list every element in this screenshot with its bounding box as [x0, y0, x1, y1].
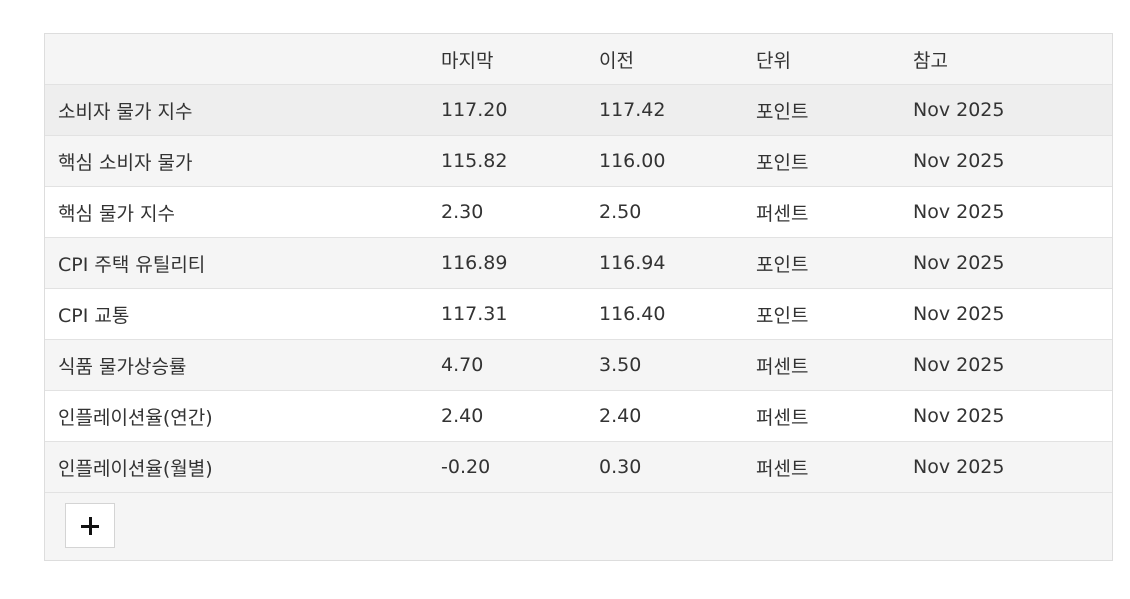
unit-value: 퍼센트 — [743, 441, 900, 493]
reference-value: Nov 2025 — [900, 441, 1112, 493]
reference-value: Nov 2025 — [900, 186, 1112, 238]
indicator-name[interactable]: 인플레이션율(연간) — [45, 390, 428, 442]
indicator-name[interactable]: 인플레이션율(월별) — [45, 441, 428, 493]
unit-value: 퍼센트 — [743, 186, 900, 238]
header-last[interactable]: 마지막 — [428, 34, 586, 85]
header-name — [45, 34, 428, 85]
indicator-name[interactable]: 핵심 소비자 물가 — [45, 135, 428, 187]
previous-value: 116.94 — [586, 237, 743, 289]
indicator-name[interactable]: 핵심 물가 지수 — [45, 186, 428, 238]
header-unit[interactable]: 단위 — [743, 34, 900, 85]
unit-value: 퍼센트 — [743, 339, 900, 391]
add-indicator-button[interactable] — [65, 503, 115, 548]
reference-value: Nov 2025 — [900, 237, 1112, 289]
reference-value: Nov 2025 — [900, 288, 1112, 340]
indicators-panel: 마지막 이전 단위 참고 소비자 물가 지수 117.20 117.42 포인트… — [44, 33, 1113, 561]
last-value: 117.20 — [428, 84, 586, 136]
table-header-row: 마지막 이전 단위 참고 — [45, 34, 1112, 85]
reference-value: Nov 2025 — [900, 339, 1112, 391]
reference-value: Nov 2025 — [900, 135, 1112, 187]
unit-value: 포인트 — [743, 288, 900, 340]
previous-value: 2.50 — [586, 186, 743, 238]
previous-value: 3.50 — [586, 339, 743, 391]
last-value: 115.82 — [428, 135, 586, 187]
indicator-name[interactable]: CPI 주택 유틸리티 — [45, 237, 428, 289]
table-row[interactable]: 인플레이션율(월별) -0.20 0.30 퍼센트 Nov 2025 — [45, 441, 1112, 493]
previous-value: 0.30 — [586, 441, 743, 493]
last-value: 4.70 — [428, 339, 586, 391]
previous-value: 117.42 — [586, 84, 743, 136]
unit-value: 퍼센트 — [743, 390, 900, 442]
previous-value: 116.40 — [586, 288, 743, 340]
table-row[interactable]: 인플레이션율(연간) 2.40 2.40 퍼센트 Nov 2025 — [45, 390, 1112, 442]
table-row[interactable]: 핵심 소비자 물가 115.82 116.00 포인트 Nov 2025 — [45, 135, 1112, 187]
reference-value: Nov 2025 — [900, 84, 1112, 136]
previous-value: 2.40 — [586, 390, 743, 442]
table-row[interactable]: CPI 교통 117.31 116.40 포인트 Nov 2025 — [45, 288, 1112, 340]
indicator-name[interactable]: 소비자 물가 지수 — [45, 84, 428, 136]
last-value: 117.31 — [428, 288, 586, 340]
last-value: 2.40 — [428, 390, 586, 442]
last-value: 2.30 — [428, 186, 586, 238]
unit-value: 포인트 — [743, 135, 900, 187]
table-row[interactable]: CPI 주택 유틸리티 116.89 116.94 포인트 Nov 2025 — [45, 237, 1112, 289]
header-reference[interactable]: 참고 — [900, 34, 1112, 85]
table-row[interactable]: 소비자 물가 지수 117.20 117.42 포인트 Nov 2025 — [45, 84, 1112, 136]
last-value: 116.89 — [428, 237, 586, 289]
unit-value: 포인트 — [743, 84, 900, 136]
plus-icon — [81, 516, 99, 535]
table-row[interactable]: 핵심 물가 지수 2.30 2.50 퍼센트 Nov 2025 — [45, 186, 1112, 238]
header-previous[interactable]: 이전 — [586, 34, 743, 85]
table-row[interactable]: 식품 물가상승률 4.70 3.50 퍼센트 Nov 2025 — [45, 339, 1112, 391]
indicator-name[interactable]: 식품 물가상승률 — [45, 339, 428, 391]
last-value: -0.20 — [428, 441, 586, 493]
table-footer — [45, 493, 1112, 560]
previous-value: 116.00 — [586, 135, 743, 187]
indicator-name[interactable]: CPI 교통 — [45, 288, 428, 340]
reference-value: Nov 2025 — [900, 390, 1112, 442]
indicators-table: 마지막 이전 단위 참고 소비자 물가 지수 117.20 117.42 포인트… — [45, 34, 1112, 493]
unit-value: 포인트 — [743, 237, 900, 289]
